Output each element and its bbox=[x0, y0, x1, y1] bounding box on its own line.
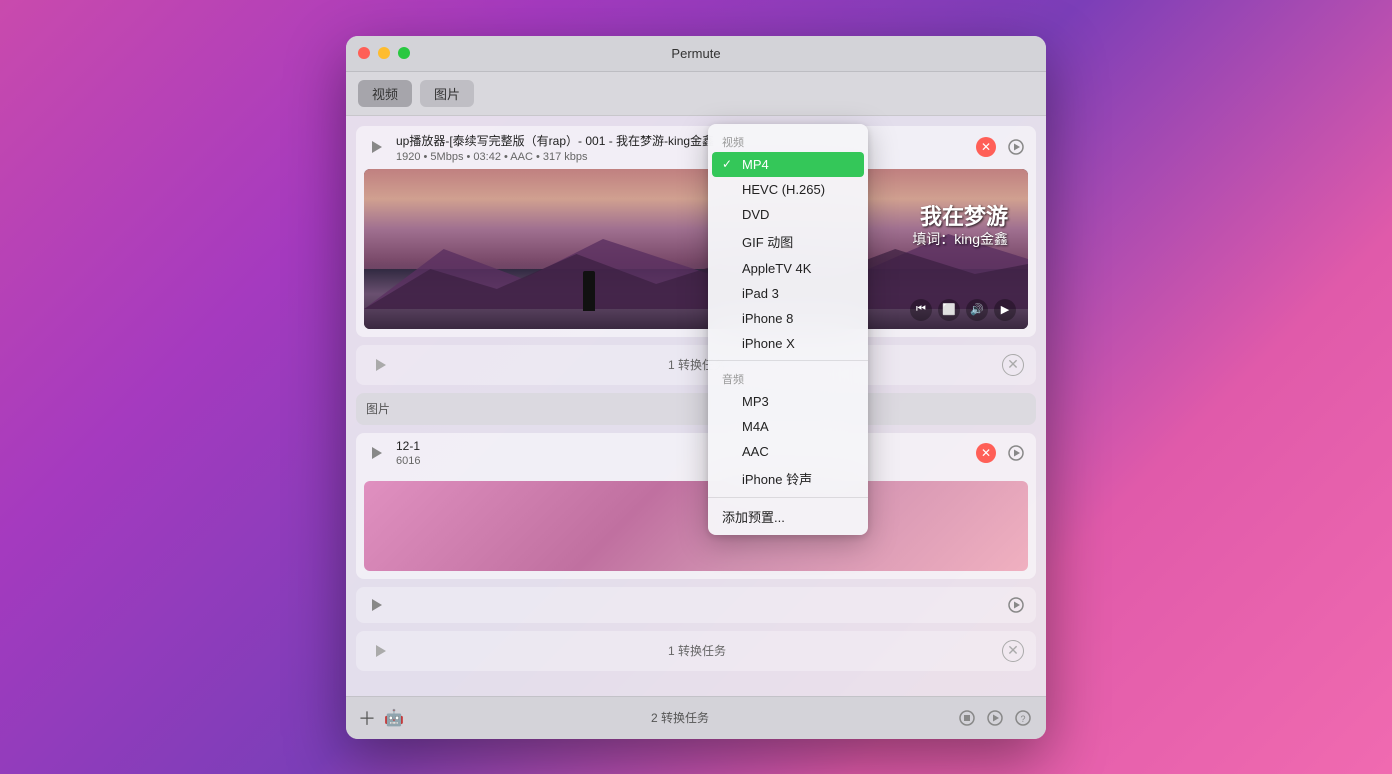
video-person bbox=[583, 271, 595, 311]
video-ctrl-aspect[interactable]: ⬜ bbox=[938, 299, 960, 321]
window-controls bbox=[358, 47, 410, 59]
video-ctrl-volume[interactable]: 🔊 bbox=[966, 299, 988, 321]
video-ctrl-prev[interactable]: ⏮ bbox=[910, 299, 932, 321]
video-ctrl-next[interactable]: ▶ bbox=[994, 299, 1016, 321]
menu-divider bbox=[708, 360, 868, 361]
menu-item-iphonex[interactable]: iPhone X bbox=[708, 331, 868, 356]
tab-video[interactable]: 视频 bbox=[358, 80, 412, 107]
content-area: up播放器-[泰续写完整版（有rap）- 001 - 我在梦游-king金鑫 1… bbox=[346, 116, 1046, 696]
filename-1: up播放器-[泰续写完整版（有rap）- 001 - 我在梦游-king金鑫 bbox=[396, 132, 968, 149]
play-button-4[interactable] bbox=[364, 593, 388, 617]
file-info-1: up播放器-[泰续写完整版（有rap）- 001 - 我在梦游-king金鑫 1… bbox=[396, 132, 968, 163]
menu-item-appletv[interactable]: AppleTV 4K bbox=[708, 256, 868, 281]
menu-divider-2 bbox=[708, 497, 868, 498]
filename-3: 12-1 bbox=[396, 439, 968, 453]
menu-label-mp3: MP3 bbox=[742, 394, 769, 409]
menu-label-dvd: DVD bbox=[742, 207, 769, 222]
close-button[interactable] bbox=[358, 47, 370, 59]
play-button-1[interactable] bbox=[364, 135, 388, 159]
bottombar: ＋ 🤖 2 转换任务 ? bbox=[346, 696, 1046, 739]
task-row-2: 1 转换任务 ✕ bbox=[356, 631, 1036, 671]
menu-label-aac: AAC bbox=[742, 444, 769, 459]
close-row-1[interactable]: ✕ bbox=[976, 137, 996, 157]
menu-label-ipad3: iPad 3 bbox=[742, 286, 779, 301]
minimize-button[interactable] bbox=[378, 47, 390, 59]
menu-label-appletv: AppleTV 4K bbox=[742, 261, 811, 276]
video-preview: 我在梦游 填词：king金鑫 ⏮ ⬜ 🔊 ▶ bbox=[364, 169, 1028, 329]
check-icon-mp4: ✓ bbox=[722, 157, 736, 171]
play-all-button[interactable] bbox=[984, 707, 1006, 729]
svg-text:?: ? bbox=[1021, 714, 1026, 724]
menu-item-mp3[interactable]: MP3 bbox=[708, 389, 868, 414]
menu-item-gif[interactable]: GIF 动图 bbox=[708, 227, 868, 256]
menu-item-hevc[interactable]: HEVC (H.265) bbox=[708, 177, 868, 202]
audio-section-label: 音频 bbox=[708, 365, 868, 389]
menu-item-dvd[interactable]: DVD bbox=[708, 202, 868, 227]
format-dropdown: 视频 ✓ MP4 HEVC (H.265) DVD GIF 动图 AppleTV… bbox=[708, 124, 868, 535]
window-title: Permute bbox=[671, 46, 720, 61]
menu-label-ringtone: iPhone 铃声 bbox=[742, 469, 812, 488]
file-info-3: 12-1 6016 bbox=[396, 439, 968, 467]
video-header: up播放器-[泰续写完整版（有rap）- 001 - 我在梦游-king金鑫 1… bbox=[356, 126, 1036, 169]
menu-label-mp4: MP4 bbox=[742, 157, 769, 172]
image-controls-row bbox=[356, 587, 1036, 623]
menu-item-mp4[interactable]: ✓ MP4 bbox=[712, 152, 864, 177]
settings-row-4[interactable] bbox=[1004, 593, 1028, 617]
robot-button[interactable]: 🤖 bbox=[384, 708, 404, 728]
image-section-text: 图片 bbox=[366, 400, 390, 417]
video-section-label: 视频 bbox=[708, 128, 868, 152]
settings-row-3[interactable] bbox=[1004, 441, 1028, 465]
video-subtitle-sub: 填词：king金鑫 bbox=[912, 229, 1008, 249]
stop-all-button[interactable] bbox=[956, 707, 978, 729]
play-button-2[interactable] bbox=[368, 353, 392, 377]
task-text-1: 1 转换任务 bbox=[392, 356, 1002, 373]
video-subtitle-main: 我在梦游 bbox=[920, 199, 1008, 231]
dropdown-menu: 视频 ✓ MP4 HEVC (H.265) DVD GIF 动图 AppleTV… bbox=[708, 124, 868, 535]
menu-label-iphonex: iPhone X bbox=[742, 336, 795, 351]
maximize-button[interactable] bbox=[398, 47, 410, 59]
toolbar: 视频 图片 bbox=[346, 72, 1046, 116]
bottom-actions: ? bbox=[956, 707, 1034, 729]
menu-label-gif: GIF 动图 bbox=[742, 232, 793, 251]
task-count: 2 转换任务 bbox=[412, 709, 948, 726]
task-text-2: 1 转换任务 bbox=[392, 642, 1002, 659]
menu-label-iphone8: iPhone 8 bbox=[742, 311, 793, 326]
close-task-1[interactable]: ✕ bbox=[1002, 354, 1024, 376]
image-header: 12-1 6016 ✕ bbox=[356, 433, 1036, 473]
close-row-3[interactable]: ✕ bbox=[976, 443, 996, 463]
settings-row-1[interactable] bbox=[1004, 135, 1028, 159]
play-button-5[interactable] bbox=[368, 639, 392, 663]
menu-item-aac[interactable]: AAC bbox=[708, 439, 868, 464]
add-button[interactable]: ＋ bbox=[358, 705, 376, 731]
section-label-image: 图片 bbox=[356, 393, 1036, 425]
filemeta-1: 1920 • 5Mbps • 03:42 • AAC • 317 kbps bbox=[396, 151, 968, 163]
close-task-2[interactable]: ✕ bbox=[1002, 640, 1024, 662]
video-file-row: up播放器-[泰续写完整版（有rap）- 001 - 我在梦游-king金鑫 1… bbox=[356, 126, 1036, 337]
add-preset-item[interactable]: 添加预置... bbox=[708, 502, 868, 531]
menu-item-m4a[interactable]: M4A bbox=[708, 414, 868, 439]
menu-label-m4a: M4A bbox=[742, 419, 769, 434]
help-button[interactable]: ? bbox=[1012, 707, 1034, 729]
titlebar: Permute bbox=[346, 36, 1046, 72]
tab-image[interactable]: 图片 bbox=[420, 80, 474, 107]
image-preview bbox=[364, 481, 1028, 571]
filemeta-3: 6016 bbox=[396, 455, 968, 467]
video-controls: ⏮ ⬜ 🔊 ▶ bbox=[910, 299, 1016, 321]
image-file-row: 12-1 6016 ✕ bbox=[356, 433, 1036, 579]
main-window: Permute 视频 图片 up播放器-[泰续写完整版（有rap）- 001 -… bbox=[346, 36, 1046, 739]
task-row-1: 1 转换任务 ✕ bbox=[356, 345, 1036, 385]
menu-item-iphone-ringtone[interactable]: iPhone 铃声 bbox=[708, 464, 868, 493]
menu-label-hevc: HEVC (H.265) bbox=[742, 182, 825, 197]
menu-item-ipad3[interactable]: iPad 3 bbox=[708, 281, 868, 306]
play-button-3[interactable] bbox=[364, 441, 388, 465]
menu-item-iphone8[interactable]: iPhone 8 bbox=[708, 306, 868, 331]
